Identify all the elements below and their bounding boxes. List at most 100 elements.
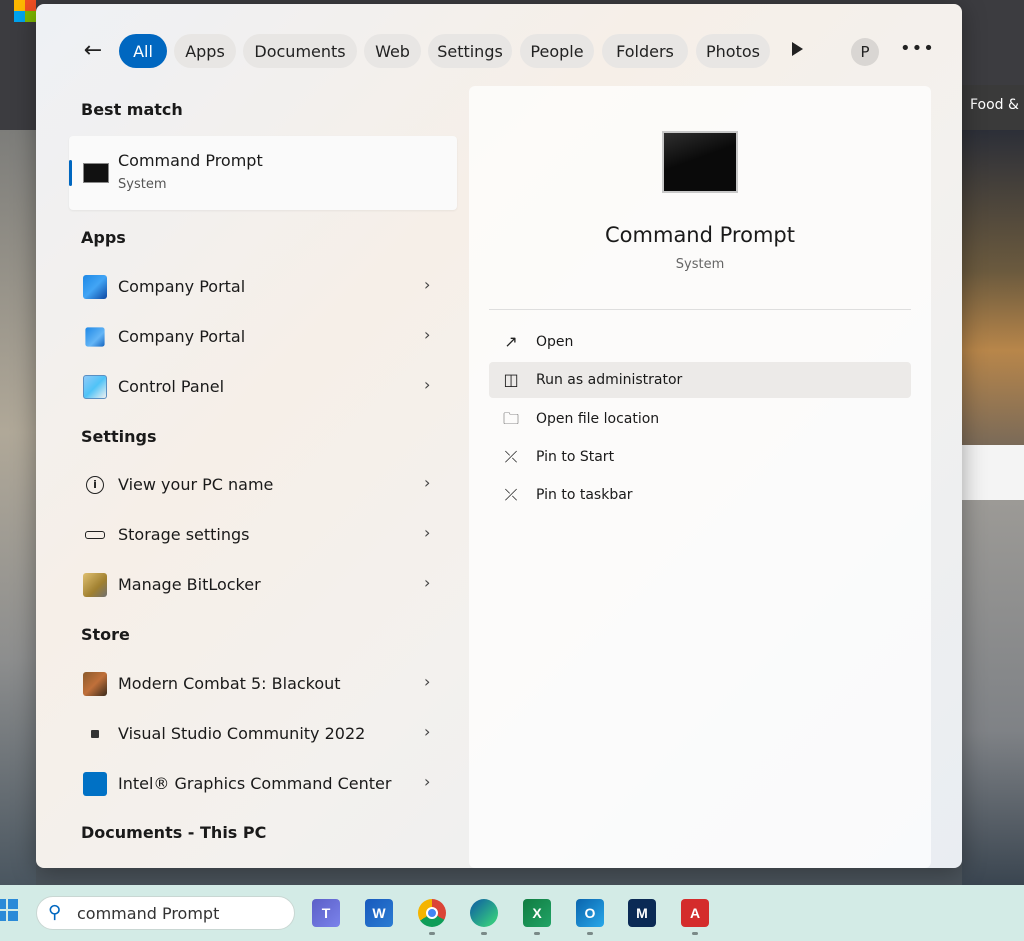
action-label: Open file location xyxy=(536,411,660,427)
modern-combat-icon xyxy=(83,672,107,696)
excel-icon[interactable]: X xyxy=(523,899,551,927)
filter-label: Photos xyxy=(706,41,760,61)
running-indicator xyxy=(481,932,487,935)
section-settings: Settings xyxy=(81,427,157,446)
pin-to-taskbar-action[interactable]: ⤫ Pin to taskbar xyxy=(489,477,911,513)
dynamics-icon-glyph: M xyxy=(636,905,648,921)
preview-subtitle: System xyxy=(675,257,725,272)
selection-indicator xyxy=(69,160,72,186)
command-prompt-large-icon xyxy=(662,131,738,193)
list-item[interactable]: Visual Studio Community 2022 › xyxy=(69,712,457,756)
dynamics-icon[interactable]: M xyxy=(628,899,656,927)
teams-icon-glyph: T xyxy=(321,905,331,921)
word-icon-glyph: W xyxy=(372,905,386,921)
chevron-right-icon[interactable]: › xyxy=(424,275,434,294)
section-best-match: Best match xyxy=(81,100,183,119)
filter-documents[interactable]: Documents xyxy=(243,34,357,68)
search-input[interactable] xyxy=(77,902,282,924)
list-item-label: Modern Combat 5: Blackout xyxy=(118,674,341,693)
open-file-location-action[interactable]: 🗀 Open file location xyxy=(489,401,911,437)
avatar-initial: P xyxy=(860,43,870,61)
filter-label: Web xyxy=(375,41,410,61)
action-label: Run as administrator xyxy=(536,372,683,388)
list-item[interactable]: i View your PC name › xyxy=(69,463,457,507)
windows-start-icon[interactable] xyxy=(0,899,18,921)
chevron-right-icon[interactable]: › xyxy=(424,375,434,394)
best-match-item[interactable]: Command Prompt System xyxy=(69,136,457,210)
filter-photos[interactable]: Photos xyxy=(696,34,770,68)
pin-icon: ⤫ xyxy=(504,485,518,504)
chevron-right-icon[interactable]: › xyxy=(424,573,434,592)
section-store: Store xyxy=(81,625,130,644)
list-item[interactable]: Modern Combat 5: Blackout › xyxy=(69,662,457,706)
filter-label: People xyxy=(530,41,584,61)
background-tab-label: Food & D xyxy=(970,97,1024,113)
edge-icon[interactable] xyxy=(470,899,498,927)
best-match-subtitle: System xyxy=(118,177,167,192)
filter-bar: ← All Apps Documents Web Settings People… xyxy=(36,4,962,94)
list-item[interactable]: Control Panel › xyxy=(69,365,457,409)
list-item-label: Company Portal xyxy=(118,277,246,296)
open-action[interactable]: ↗ Open xyxy=(489,324,911,360)
list-item[interactable]: Company Portal › xyxy=(69,265,457,309)
divider xyxy=(489,309,911,310)
taskbar-search[interactable]: ⚲ xyxy=(36,896,295,930)
shield-icon: ◫ xyxy=(503,370,519,389)
teams-icon[interactable]: T xyxy=(312,899,340,927)
visual-studio-icon xyxy=(91,730,99,738)
search-panel: ← All Apps Documents Web Settings People… xyxy=(36,4,962,868)
run-as-admin-action[interactable]: ◫ Run as administrator xyxy=(489,362,911,398)
action-label: Pin to Start xyxy=(536,449,615,465)
list-item-label: Visual Studio Community 2022 xyxy=(118,724,366,743)
word-icon[interactable]: W xyxy=(365,899,393,927)
list-item[interactable]: Company Portal › xyxy=(69,315,457,359)
pin-to-start-action[interactable]: ⤫ Pin to Start xyxy=(489,439,911,475)
folder-icon: 🗀 xyxy=(502,409,519,428)
filter-folders[interactable]: Folders xyxy=(602,34,688,68)
background-white-area xyxy=(962,445,1024,500)
avatar[interactable]: P xyxy=(851,38,879,66)
search-icon: ⚲ xyxy=(48,902,62,923)
list-item-label: Company Portal xyxy=(118,327,246,346)
more-filters-play-icon[interactable] xyxy=(792,42,803,56)
info-icon: i xyxy=(86,476,104,494)
filter-label: Documents xyxy=(254,41,346,61)
company-portal-icon xyxy=(83,275,107,299)
chevron-right-icon[interactable]: › xyxy=(424,772,434,791)
storage-icon xyxy=(85,531,105,539)
excel-icon-glyph: X xyxy=(532,905,542,921)
more-options-icon[interactable]: ••• xyxy=(900,38,934,64)
pin-icon: ⤫ xyxy=(504,447,518,466)
filter-label: Settings xyxy=(437,41,503,61)
chrome-icon[interactable] xyxy=(418,899,446,927)
acrobat-icon[interactable]: A xyxy=(681,899,709,927)
list-item-label: Control Panel xyxy=(118,377,225,396)
filter-apps[interactable]: Apps xyxy=(174,34,236,68)
chevron-right-icon[interactable]: › xyxy=(424,523,434,542)
filter-all[interactable]: All xyxy=(119,34,167,68)
preview-title: Command Prompt xyxy=(605,223,795,247)
running-indicator xyxy=(692,932,698,935)
command-prompt-icon xyxy=(83,163,109,183)
list-item[interactable]: Manage BitLocker › xyxy=(69,563,457,607)
chevron-right-icon[interactable]: › xyxy=(424,722,434,741)
running-indicator xyxy=(429,932,435,935)
list-item[interactable]: Storage settings › xyxy=(69,513,457,557)
outlook-icon[interactable]: O xyxy=(576,899,604,927)
filter-settings[interactable]: Settings xyxy=(428,34,512,68)
back-arrow-icon[interactable]: ← xyxy=(80,37,106,63)
section-documents: Documents - This PC xyxy=(81,823,267,842)
filter-web[interactable]: Web xyxy=(364,34,421,68)
microsoft-logo-icon xyxy=(14,0,36,22)
chevron-right-icon[interactable]: › xyxy=(424,672,434,691)
outlook-icon-glyph: O xyxy=(584,905,596,921)
action-label: Pin to taskbar xyxy=(536,487,633,503)
filter-people[interactable]: People xyxy=(520,34,594,68)
company-portal-icon xyxy=(85,327,105,347)
list-item[interactable]: Intel® Graphics Command Center › xyxy=(69,762,457,806)
list-item-label: Storage settings xyxy=(118,525,250,544)
chevron-right-icon[interactable]: › xyxy=(424,473,434,492)
background-lower-area xyxy=(962,500,1024,885)
chevron-right-icon[interactable]: › xyxy=(424,325,434,344)
action-label: Open xyxy=(536,334,574,350)
